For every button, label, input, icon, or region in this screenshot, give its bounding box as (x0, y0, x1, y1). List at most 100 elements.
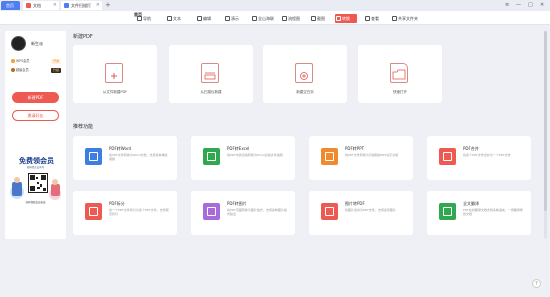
toolbar-present[interactable]: 演示 (224, 14, 239, 23)
view-icon (365, 16, 370, 21)
quick-open-card[interactable]: 快速打开 (358, 45, 442, 103)
feature-image-to-pdf[interactable]: 图片转PDF 将图片合并为PDF文件，支持多张图片 (309, 191, 413, 235)
close-icon[interactable]: × (53, 1, 57, 10)
section-title-new: 新建PDF (73, 34, 93, 40)
text-icon (167, 16, 172, 21)
card-label: 从扫描仪新建 (200, 90, 222, 94)
convert-icon (336, 16, 341, 21)
close-icon[interactable]: × (96, 1, 100, 10)
translate-icon (439, 203, 456, 220)
feature-pdf-merge[interactable]: PDF合并 将多个PDF文件合并为一个PDF文件 (427, 136, 531, 180)
new-pdf-button[interactable]: 新建PDF (12, 92, 59, 103)
new-from-scanner-card[interactable]: 从扫描仪新建 (169, 45, 253, 103)
feature-desc: 将PDF文件转换为Word文档，支持多种排版保留 (109, 153, 168, 161)
promo-banner[interactable]: 免费领会员 扫码关注公众号 扫码领取会员权益 (9, 152, 62, 212)
feature-title: PDF拆分 (109, 201, 125, 206)
flow-icon (282, 16, 287, 21)
toolbar-text[interactable]: 文本 (166, 14, 181, 23)
ppt-icon (321, 148, 338, 165)
feature-translate[interactable]: 全文翻译 PDF在线翻译文档支持多种语言，一键翻译整篇文档 (427, 191, 531, 235)
feature-title: PDF转图片 (227, 201, 247, 206)
minimize-icon[interactable]: — (516, 1, 521, 10)
feature-pdf-split[interactable]: PDF拆分 将一个PDF文件拆分为多个PDF文件，支持按页拆分 (73, 191, 177, 235)
toolbar-screenshot-label: 截图 (317, 16, 325, 21)
present-icon (225, 16, 230, 21)
promo-subtitle: 扫码关注公众号 (26, 166, 45, 169)
feature-desc: 将PDF文件转换为可编辑的PPT演示文稿 (345, 153, 399, 157)
toolbar-convert-label: 转换 (342, 16, 350, 21)
feature-desc: 将图片合并为PDF文件，支持多张图片 (345, 208, 396, 212)
feature-title: 全文翻译 (463, 201, 479, 206)
open-membership-button[interactable]: 开通 (50, 59, 61, 64)
feature-title: PDF转Word (109, 146, 132, 151)
feature-pdf-to-ppt[interactable]: PDF转PPT 将PDF文件转换为可编辑的PPT演示文稿 (309, 136, 413, 180)
membership-label: 超级会员 (16, 68, 29, 72)
image-icon (203, 203, 220, 220)
toolbar-link[interactable]: 全山海联 (251, 14, 274, 23)
card-label: 从文件新建PDF (102, 90, 128, 94)
menu-icon[interactable]: ≡ (505, 1, 509, 10)
feature-desc: PDF在线翻译文档支持多种语言，一键翻译整篇文档 (463, 208, 523, 216)
feature-title: PDF转PPT (345, 146, 365, 151)
toolbar-flow[interactable]: 流程图 (281, 14, 300, 23)
toolbar-screenshot[interactable]: 截图 (310, 14, 325, 23)
tab-document-label: 文档 (33, 3, 41, 8)
feature-pdf-to-excel[interactable]: PDF转Excel 将PDF中的表格转换为Excel表格文件编辑 (191, 136, 295, 180)
new-blank-page-card[interactable]: 新建空白页 (263, 45, 347, 103)
feature-pdf-to-image[interactable]: PDF转图片 将PDF页面转换为图片格式，支持多种图片格式输出 (191, 191, 295, 235)
invite-friends-button[interactable]: 邀请好友 (12, 110, 59, 121)
membership-row-wps: WPS会员 开通 (11, 59, 61, 64)
feature-desc: 将一个PDF文件拆分为多个PDF文件，支持按页拆分 (109, 208, 169, 216)
main-content: 新建PDF 从文件新建PDF 从扫描仪新建 新建空白页 快速打开 推荐功能 PD… (70, 31, 542, 239)
feature-title: PDF合并 (463, 146, 479, 151)
qr-code (28, 173, 48, 193)
word-icon (85, 148, 102, 165)
share-icon (392, 16, 397, 21)
toolbar-nav-label: 导航 (143, 16, 151, 21)
membership-row-super: 超级会员 升级 (11, 68, 61, 73)
tab-web[interactable]: 文件扫描打 × (61, 1, 102, 10)
new-from-file-card[interactable]: 从文件新建PDF (73, 45, 157, 103)
toolbar-edit[interactable]: 编辑 (196, 14, 211, 23)
close-window-icon[interactable]: ✕ (540, 1, 544, 10)
toolbar-flow-label: 流程图 (288, 16, 300, 21)
feature-desc: 将PDF中的表格转换为Excel表格文件编辑 (227, 153, 283, 157)
new-tab-button[interactable]: + (105, 1, 111, 10)
scanner-icon (201, 63, 219, 83)
super-vip-icon (11, 68, 15, 72)
sidebar: 新生派 WPS会员 开通 超级会员 升级 新建PDF 邀请好友 免费领会员 扫码… (5, 31, 66, 239)
edit-icon (197, 16, 202, 21)
toolbar-share[interactable]: 共享文件夹 (391, 14, 418, 23)
link-icon (252, 16, 257, 21)
tab-home-label: 首页 (6, 3, 14, 8)
upgrade-membership-button[interactable]: 升级 (50, 68, 61, 73)
document-icon (26, 3, 31, 8)
pdf-file-icon (105, 63, 123, 83)
toolbar-link-label: 全山海联 (258, 16, 274, 21)
username: 新生派 (31, 41, 43, 46)
split-icon (85, 203, 102, 220)
title-bar: 首页 文档 × 文件扫描打 × + ≡ — □ ✕ (0, 0, 550, 11)
avatar[interactable] (11, 36, 26, 51)
wps-vip-icon (11, 59, 15, 63)
feature-title: 图片转PDF (345, 201, 365, 206)
toolbar-edit-label: 编辑 (203, 16, 211, 21)
feature-pdf-to-word[interactable]: PDF转Word 将PDF文件转换为Word文档，支持多种排版保留 (73, 136, 177, 180)
tab-web-label: 文件扫描打 (71, 3, 91, 8)
toolbar-convert[interactable]: 转换 (335, 14, 357, 23)
tab-document[interactable]: 文档 × (23, 1, 59, 10)
maximize-icon[interactable]: □ (528, 1, 533, 10)
scrollbar-thumb[interactable] (544, 31, 547, 211)
tab-home[interactable]: 首页 (1, 1, 20, 10)
feature-desc: 将多个PDF文件合并为一个PDF文件 (463, 153, 511, 157)
toolbar-view[interactable]: 查看 (364, 14, 379, 23)
toolbar-text-label: 文本 (173, 16, 181, 21)
web-icon (64, 3, 69, 8)
help-button[interactable]: ? (532, 279, 541, 288)
card-label: 快速打开 (393, 90, 407, 94)
toolbar-nav[interactable]: 导航 (136, 14, 151, 23)
feature-desc: 将PDF页面转换为图片格式，支持多种图片格式输出 (227, 208, 287, 216)
toolbar-view-label: 查看 (371, 16, 379, 21)
toolbar-share-label: 共享文件夹 (398, 16, 418, 21)
merge-icon (439, 148, 456, 165)
